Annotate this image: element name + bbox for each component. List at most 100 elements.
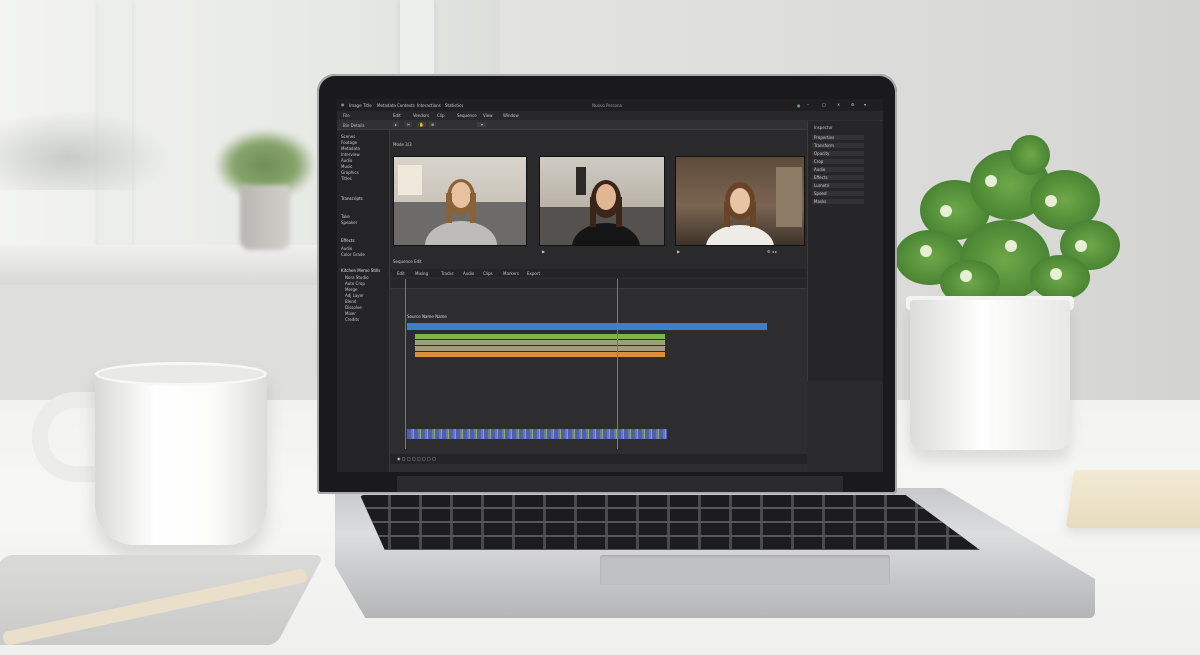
preview-clip-1[interactable] <box>393 156 527 246</box>
effects-item-0[interactable]: Audio <box>341 246 352 251</box>
menu-clip[interactable]: Clip <box>437 113 445 118</box>
inspector-item-4[interactable]: Crop <box>812 159 864 164</box>
play-icon[interactable]: ▶ <box>677 249 680 254</box>
person-figure-icon <box>394 165 526 245</box>
play-icon[interactable]: ▶ <box>542 249 545 254</box>
menu-view[interactable]: View <box>483 113 493 118</box>
timeline-tab-3[interactable]: Audio <box>463 271 474 276</box>
menu-file[interactable]: File <box>343 113 350 118</box>
bin-item-6[interactable]: Graphics <box>341 170 359 175</box>
tool-razor-button[interactable]: ✂ <box>405 122 413 127</box>
menu-vendors[interactable]: Vendors <box>413 113 429 118</box>
inspector-item-3[interactable]: Opacity <box>812 151 864 156</box>
menu-edit[interactable]: Edit <box>393 113 401 118</box>
track-label: Source Name Name <box>407 314 447 319</box>
notebook <box>1065 470 1200 528</box>
effects-heading: Effects <box>341 238 355 243</box>
audio-track-clip[interactable] <box>415 346 665 351</box>
inspector-item-9[interactable]: Masks <box>812 199 864 204</box>
minimize-icon[interactable]: – <box>807 102 809 107</box>
in-marker[interactable] <box>405 279 406 449</box>
timecode-dropdown[interactable]: ▾ <box>477 122 488 127</box>
outdoor-haze <box>0 110 170 190</box>
bin-item-3[interactable]: Interview <box>341 152 360 157</box>
settings-icon[interactable]: ⚙ ◂ ▸ <box>767 249 777 254</box>
app-logo-icon: ● <box>341 102 345 107</box>
blurred-plant-pot <box>240 185 290 250</box>
titlebar-menu-0[interactable]: Image <box>349 103 362 108</box>
bin-item-0[interactable]: Scenes <box>341 134 355 139</box>
stills-item-4[interactable]: Blend <box>345 299 356 304</box>
chevron-down-icon[interactable]: ▾ <box>864 102 866 107</box>
timeline-tab-6[interactable]: Export <box>527 271 540 276</box>
inspector-item-6[interactable]: Effects <box>812 175 864 180</box>
maximize-icon[interactable]: □ <box>822 102 826 107</box>
bin-panel: Scenes Footage Metadata Interview Audio … <box>337 130 390 472</box>
playhead[interactable] <box>617 279 618 449</box>
inspector-item-7[interactable]: Lumetri <box>812 183 864 188</box>
inspector-item-2[interactable]: Transform <box>812 143 864 148</box>
bin-item-5[interactable]: Music <box>341 164 352 169</box>
titlebar-menu-5[interactable]: Statistics <box>445 103 463 108</box>
timeline[interactable]: Source Name Name ◉ ▢ ▢ ▢ ▢ ▢ ▢ ▢ <box>391 279 807 472</box>
transcripts-item-0[interactable]: Take <box>341 214 350 219</box>
inspector-panel: Inspector Properties Transform Opacity C… <box>807 121 883 381</box>
tool-zoom-button[interactable]: ⊕ <box>429 122 437 127</box>
inspector-item-8[interactable]: Speed <box>812 191 864 196</box>
menu-window[interactable]: Window <box>503 113 519 118</box>
titlebar-menu-4[interactable]: Interactions <box>417 103 441 108</box>
gear-icon[interactable]: ⚙ <box>851 102 855 107</box>
person-figure-icon <box>706 167 802 245</box>
titlebar-menu-2[interactable]: Metadata <box>377 103 396 108</box>
inspector-item-5[interactable]: Audio <box>812 167 864 172</box>
effects-item-1[interactable]: Color Grade <box>341 252 365 257</box>
timeline-tab-5[interactable]: Markers <box>503 271 519 276</box>
stills-item-1[interactable]: Auto Crop <box>345 281 365 286</box>
stills-item-6[interactable]: Mixer <box>345 311 356 316</box>
video-track-clip[interactable] <box>407 323 767 330</box>
menu-bar: File Edit Vendors Clip Sequence View Win… <box>337 111 883 120</box>
status-dot-icon: ● <box>797 103 801 108</box>
timeline-tab-2[interactable]: Tracks <box>441 271 454 276</box>
audio-track-clip[interactable] <box>415 340 665 345</box>
bin-item-4[interactable]: Audio <box>341 158 352 163</box>
bin-item-1[interactable]: Footage <box>341 140 357 145</box>
stills-heading: Kitchen Memo Stills <box>341 268 381 273</box>
audio-track-clip[interactable] <box>415 334 665 339</box>
preview-clip-3[interactable] <box>675 156 805 246</box>
menu-sequence[interactable]: Sequence <box>457 113 477 118</box>
audio-track-clip[interactable] <box>415 352 665 357</box>
stills-item-5[interactable]: Dissolve <box>345 305 362 310</box>
timeline-tab-4[interactable]: Clips <box>483 271 493 276</box>
tool-hand-button[interactable]: ✋ <box>417 122 426 127</box>
stills-item-2[interactable]: Merge <box>345 287 358 292</box>
preview-label: Mode 3/3 <box>393 142 412 147</box>
close-icon[interactable]: × <box>837 102 840 107</box>
timeline-tab-1[interactable]: Mixing <box>415 271 428 276</box>
stills-item-7[interactable]: Credits <box>345 317 359 322</box>
stills-item-3[interactable]: Adj Layer <box>345 293 364 298</box>
timeline-tabs: Edit Mixing Tracks Audio Clips Markers E… <box>391 269 807 277</box>
inspector-item-0: Inspector <box>814 125 833 130</box>
inspector-item-1[interactable]: Properties <box>812 135 864 140</box>
person-figure-icon <box>540 167 664 245</box>
title-bar: ● Image Title Metadata Contexts Interact… <box>337 99 883 111</box>
titlebar-menu-3[interactable]: Contexts <box>397 103 415 108</box>
preview-clip-2[interactable] <box>539 156 665 246</box>
footer-controls-icon[interactable]: ◉ ▢ ▢ ▢ ▢ ▢ ▢ ▢ <box>397 456 436 461</box>
timeline-label: Sequence Edit <box>393 259 422 264</box>
timeline-footer: ◉ ▢ ▢ ▢ ▢ ▢ ▢ ▢ <box>391 454 807 464</box>
transcripts-item-1[interactable]: Speaker <box>341 220 357 225</box>
tool-select-button[interactable]: ▸ <box>393 122 400 127</box>
toolbar: Bin Details ▸ ✂ ✋ ⊕ ▾ <box>337 120 883 130</box>
timeline-tab-0[interactable]: Edit <box>397 271 405 276</box>
photo-scene: ● Image Title Metadata Contexts Interact… <box>0 0 1200 655</box>
audio-waveform[interactable] <box>407 429 667 439</box>
bin-item-7[interactable]: Titles <box>341 176 352 181</box>
bin-details-label: Bin Details <box>343 123 365 128</box>
stills-item-0[interactable]: Nora Studio <box>345 275 369 280</box>
laptop-screen: ● Image Title Metadata Contexts Interact… <box>337 99 883 472</box>
timeline-ruler[interactable] <box>391 279 807 289</box>
bin-item-2[interactable]: Metadata <box>341 146 360 151</box>
titlebar-menu-1[interactable]: Title <box>363 103 372 108</box>
